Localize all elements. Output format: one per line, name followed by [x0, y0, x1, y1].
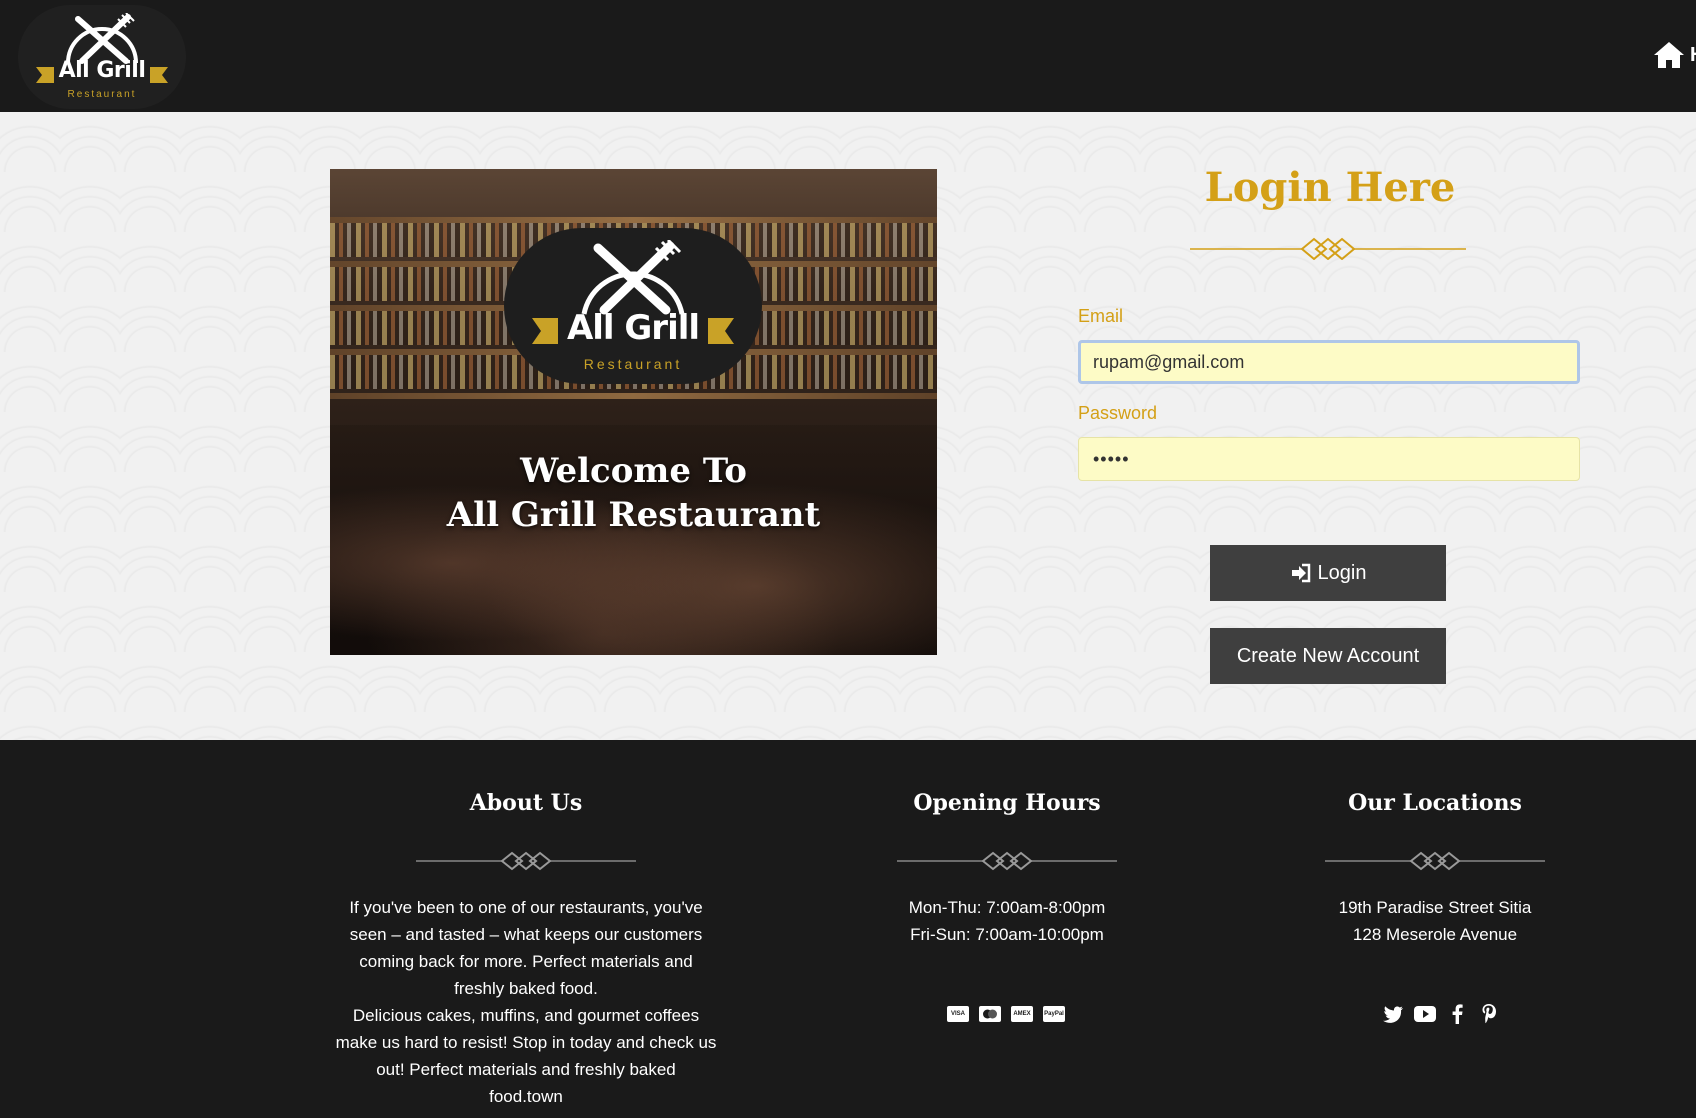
about-line: make us hard to resist! Stop in today an… [335, 1033, 717, 1052]
login-button-label: Login [1317, 561, 1367, 584]
site-logo[interactable]: All Grill Restaurant [18, 5, 186, 109]
ornament-divider-icon [1190, 237, 1466, 260]
logo-subtitle: Restaurant [67, 89, 137, 100]
about-title: About Us [469, 790, 583, 816]
hours-title: Opening Hours [913, 790, 1101, 816]
welcome-line-1: Welcome To [520, 451, 747, 491]
password-label: Password [1078, 403, 1158, 423]
mastercard-icon [979, 1006, 1001, 1022]
pinterest-icon[interactable] [1478, 1003, 1500, 1025]
visa-icon: VISA [947, 1006, 969, 1022]
sign-in-icon [1291, 563, 1310, 583]
ornament-divider-icon [416, 851, 636, 871]
about-line: seen – and tasted – what keeps our custo… [349, 925, 703, 944]
welcome-heading: Welcome To All Grill Restaurant [330, 449, 937, 537]
hero-image: All Grill Restaurant Welcome To All Gril… [330, 169, 937, 655]
about-line: out! Perfect materials and freshly baked [376, 1060, 676, 1079]
about-text: If you've been to one of our restaurants… [316, 894, 736, 1110]
login-title: Login Here [1204, 164, 1456, 211]
youtube-icon[interactable] [1414, 1003, 1436, 1025]
home-icon [1654, 42, 1684, 68]
nav-home-label: H [1690, 44, 1696, 67]
ornament-divider-icon [897, 851, 1117, 871]
location-line: 19th Paradise Street Sitia [1338, 898, 1532, 917]
twitter-icon[interactable] [1382, 1003, 1404, 1025]
site-footer: About Us If you've been to one of our re… [0, 740, 1696, 1118]
hours-column: Opening Hours [857, 790, 1157, 816]
about-column: About Us [316, 790, 736, 816]
login-button[interactable]: Login [1210, 545, 1446, 601]
create-account-button-label: Create New Account [1236, 644, 1420, 667]
logo-brand: All Grill [58, 58, 146, 83]
hours-line: Mon-Thu: 7:00am-8:00pm [908, 898, 1106, 917]
hero-logo: All Grill Restaurant [504, 228, 762, 384]
locations-text: 19th Paradise Street Sitia 128 Meserole … [1285, 894, 1585, 948]
facebook-icon[interactable] [1446, 1003, 1468, 1025]
nav-home-link[interactable]: H [1652, 38, 1696, 74]
email-field[interactable]: rupam@gmail.com [1078, 340, 1580, 384]
about-line: If you've been to one of our restaurants… [349, 898, 703, 917]
password-field[interactable]: ••••• [1078, 437, 1580, 481]
locations-title: Our Locations [1348, 790, 1522, 816]
about-line: food.town [489, 1087, 563, 1106]
bar-shelf [330, 393, 937, 399]
paypal-icon: PayPal [1043, 1006, 1065, 1022]
email-label: Email [1078, 306, 1124, 326]
location-line: 128 Meserole Avenue [1352, 925, 1518, 944]
login-section: All Grill Restaurant Welcome To All Gril… [0, 112, 1696, 740]
welcome-line-2: All Grill Restaurant [446, 495, 821, 535]
amex-icon: AMEX [1011, 1006, 1033, 1022]
about-line: Delicious cakes, muffins, and gourmet co… [352, 1006, 700, 1025]
ornament-divider-icon [1325, 851, 1545, 871]
hero-logo-brand: All Grill [566, 308, 700, 348]
payment-icons: VISA AMEX PayPal [947, 1006, 1065, 1022]
hours-text: Mon-Thu: 7:00am-8:00pm Fri-Sun: 7:00am-1… [857, 894, 1157, 948]
about-line: freshly baked food. [454, 979, 598, 998]
site-header: All Grill Restaurant H [0, 0, 1696, 112]
social-icons [1382, 1003, 1500, 1025]
hours-line: Fri-Sun: 7:00am-10:00pm [910, 925, 1104, 944]
create-account-button[interactable]: Create New Account [1210, 628, 1446, 684]
locations-column: Our Locations [1285, 790, 1585, 816]
hero-logo-subtitle: Restaurant [583, 356, 683, 372]
about-line: coming back for more. Perfect materials … [359, 952, 693, 971]
cutlery-icon [581, 240, 685, 315]
